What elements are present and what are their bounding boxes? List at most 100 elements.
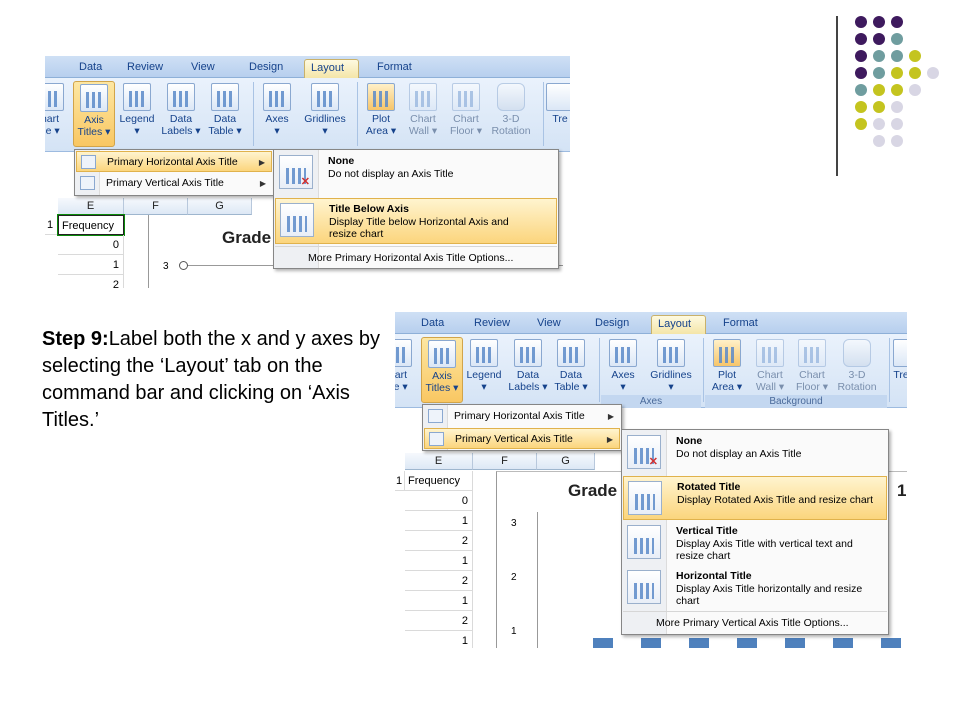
column-header-e[interactable]: E (58, 198, 124, 215)
cell-value[interactable]: 1 (405, 591, 473, 611)
axis-titles-icon (80, 84, 108, 112)
chart-bar[interactable] (689, 638, 709, 648)
more-options-link[interactable]: More Primary Vertical Axis Title Options… (623, 611, 887, 633)
tab-format[interactable]: Format (371, 59, 418, 78)
data-labels-button[interactable]: Data Labels ▾ (507, 337, 549, 403)
chart-bar[interactable] (593, 638, 613, 648)
tab-format[interactable]: Format (717, 315, 764, 334)
data-table-button[interactable]: Data Table ▾ (204, 81, 246, 147)
tab-design[interactable]: Design (243, 59, 289, 78)
decorative-dot (891, 135, 903, 147)
cell-value[interactable]: 2 (405, 531, 473, 551)
data-labels-button[interactable]: Data Labels ▾ (160, 81, 202, 147)
option-title-below-axis[interactable]: Title Below Axis Display Title below Hor… (275, 198, 557, 244)
decorative-dot (891, 67, 903, 79)
chart-bar[interactable] (881, 638, 901, 648)
legend-icon (123, 83, 151, 111)
no-title-icon: ✕ (627, 435, 661, 469)
ribbon-tabs: Data Review View Design Layout Format (395, 312, 907, 334)
menu-item-primary-vertical[interactable]: Primary Vertical Axis Title ▶ (76, 173, 272, 194)
no-title-icon: ✕ (279, 155, 313, 189)
option-none[interactable]: ✕ None Do not display an Axis Title (623, 431, 887, 475)
tab-view[interactable]: View (531, 315, 567, 334)
ribbon: harttle ▾ AxisTitles ▾ Legend▾ DataLabel… (395, 334, 907, 408)
axis-value: 3 (163, 261, 169, 272)
legend-button[interactable]: Legend ▾ (116, 81, 158, 147)
tab-data[interactable]: Data (415, 315, 450, 334)
chart-bar[interactable] (737, 638, 757, 648)
decorative-dot (855, 118, 867, 130)
chart-bar[interactable] (833, 638, 853, 648)
decorative-dot (873, 33, 885, 45)
resize-handle[interactable] (179, 261, 188, 270)
column-header-g[interactable]: G (537, 453, 595, 470)
chart-title-button[interactable]: harttle ▾ (45, 81, 71, 147)
decorative-dot (891, 50, 903, 62)
column-header-g[interactable]: G (188, 198, 252, 215)
plot-area-button[interactable]: Plot Area ▾ (706, 337, 748, 403)
chart-title[interactable]: Grade (568, 481, 617, 501)
column-header-e[interactable]: E (405, 453, 473, 470)
axis-titles-icon (428, 340, 456, 368)
plot-area-button[interactable]: Plot Area ▾ (360, 81, 402, 147)
tab-review[interactable]: Review (468, 315, 516, 334)
chart-title-button[interactable]: harttle ▾ (395, 337, 419, 403)
gridlines-button[interactable]: Gridlines ▾ (644, 337, 698, 403)
cell-value[interactable]: 1 (58, 255, 124, 275)
cell-value[interactable]: 1 (405, 511, 473, 531)
trendline-button[interactable]: Tre (545, 81, 570, 147)
data-table-icon (211, 83, 239, 111)
menu-item-primary-vertical[interactable]: Primary Vertical Axis Title ▶ (424, 428, 620, 449)
legend-button[interactable]: Legend ▾ (463, 337, 505, 403)
tab-review[interactable]: Review (121, 59, 169, 78)
decorative-dot (891, 118, 903, 130)
axis-titles-button[interactable]: Axis Titles ▾ (421, 337, 463, 403)
tab-layout[interactable]: Layout (304, 59, 359, 78)
axis-titles-button[interactable]: Axis Titles ▾ (73, 81, 115, 147)
frequency-cell[interactable]: Frequency (57, 214, 125, 236)
more-options-link[interactable]: More Primary Horizontal Axis Title Optio… (275, 246, 557, 268)
trendline-button[interactable]: Tre (891, 337, 907, 403)
3d-rotation-button[interactable]: 3-D Rotation (487, 81, 535, 147)
cell-value[interactable]: 1 (405, 631, 473, 648)
chart-wall-icon (409, 83, 437, 111)
chart-wall-button[interactable]: Chart Wall ▾ (749, 337, 791, 403)
tab-data[interactable]: Data (73, 59, 108, 78)
cell-value[interactable]: 1 (405, 551, 473, 571)
chart-bar[interactable] (785, 638, 805, 648)
decorative-dot (855, 50, 867, 62)
chart-bar[interactable] (641, 638, 661, 648)
chart-title-suffix[interactable]: 1 (897, 481, 906, 501)
chart-title[interactable]: Grade (222, 228, 271, 248)
cell-value[interactable]: 0 (58, 235, 124, 255)
tab-design[interactable]: Design (589, 315, 635, 334)
gridlines-button[interactable]: Gridlines ▾ (299, 81, 351, 147)
cell-value[interactable]: 0 (405, 491, 473, 511)
menu-item-primary-horizontal[interactable]: Primary Horizontal Axis Title ▶ (76, 151, 272, 172)
cell-value[interactable]: 2 (405, 571, 473, 591)
cell-value[interactable]: 2 (405, 611, 473, 631)
option-vertical-title[interactable]: Vertical Title Display Axis Title with v… (623, 521, 887, 565)
frequency-cell[interactable]: Frequency (405, 471, 473, 491)
option-horizontal-title[interactable]: Horizontal Title Display Axis Title hori… (623, 566, 887, 610)
chart-title-icon (395, 339, 412, 367)
tab-layout[interactable]: Layout (651, 315, 706, 334)
chart-wall-button[interactable]: Chart Wall ▾ (402, 81, 444, 147)
column-header-f[interactable]: F (124, 198, 188, 215)
data-labels-icon (167, 83, 195, 111)
y-axis-line (537, 512, 538, 648)
axes-button[interactable]: Axes ▾ (256, 81, 298, 147)
option-rotated-title[interactable]: Rotated Title Display Rotated Axis Title… (623, 476, 887, 520)
chart-floor-button[interactable]: Chart Floor ▾ (445, 81, 487, 147)
cell-value[interactable]: 2 (58, 275, 124, 288)
data-table-button[interactable]: Data Table ▾ (550, 337, 592, 403)
menu-item-primary-horizontal[interactable]: Primary Horizontal Axis Title ▶ (424, 406, 620, 427)
column-header-f[interactable]: F (473, 453, 537, 470)
3d-rotation-button[interactable]: 3-D Rotation (833, 337, 881, 403)
option-none[interactable]: ✕ None Do not display an Axis Title (275, 151, 557, 195)
tab-view[interactable]: View (185, 59, 221, 78)
decorative-dot (855, 101, 867, 113)
chart-floor-button[interactable]: Chart Floor ▾ (791, 337, 833, 403)
axes-button[interactable]: Axes ▾ (602, 337, 644, 403)
axes-icon (609, 339, 637, 367)
